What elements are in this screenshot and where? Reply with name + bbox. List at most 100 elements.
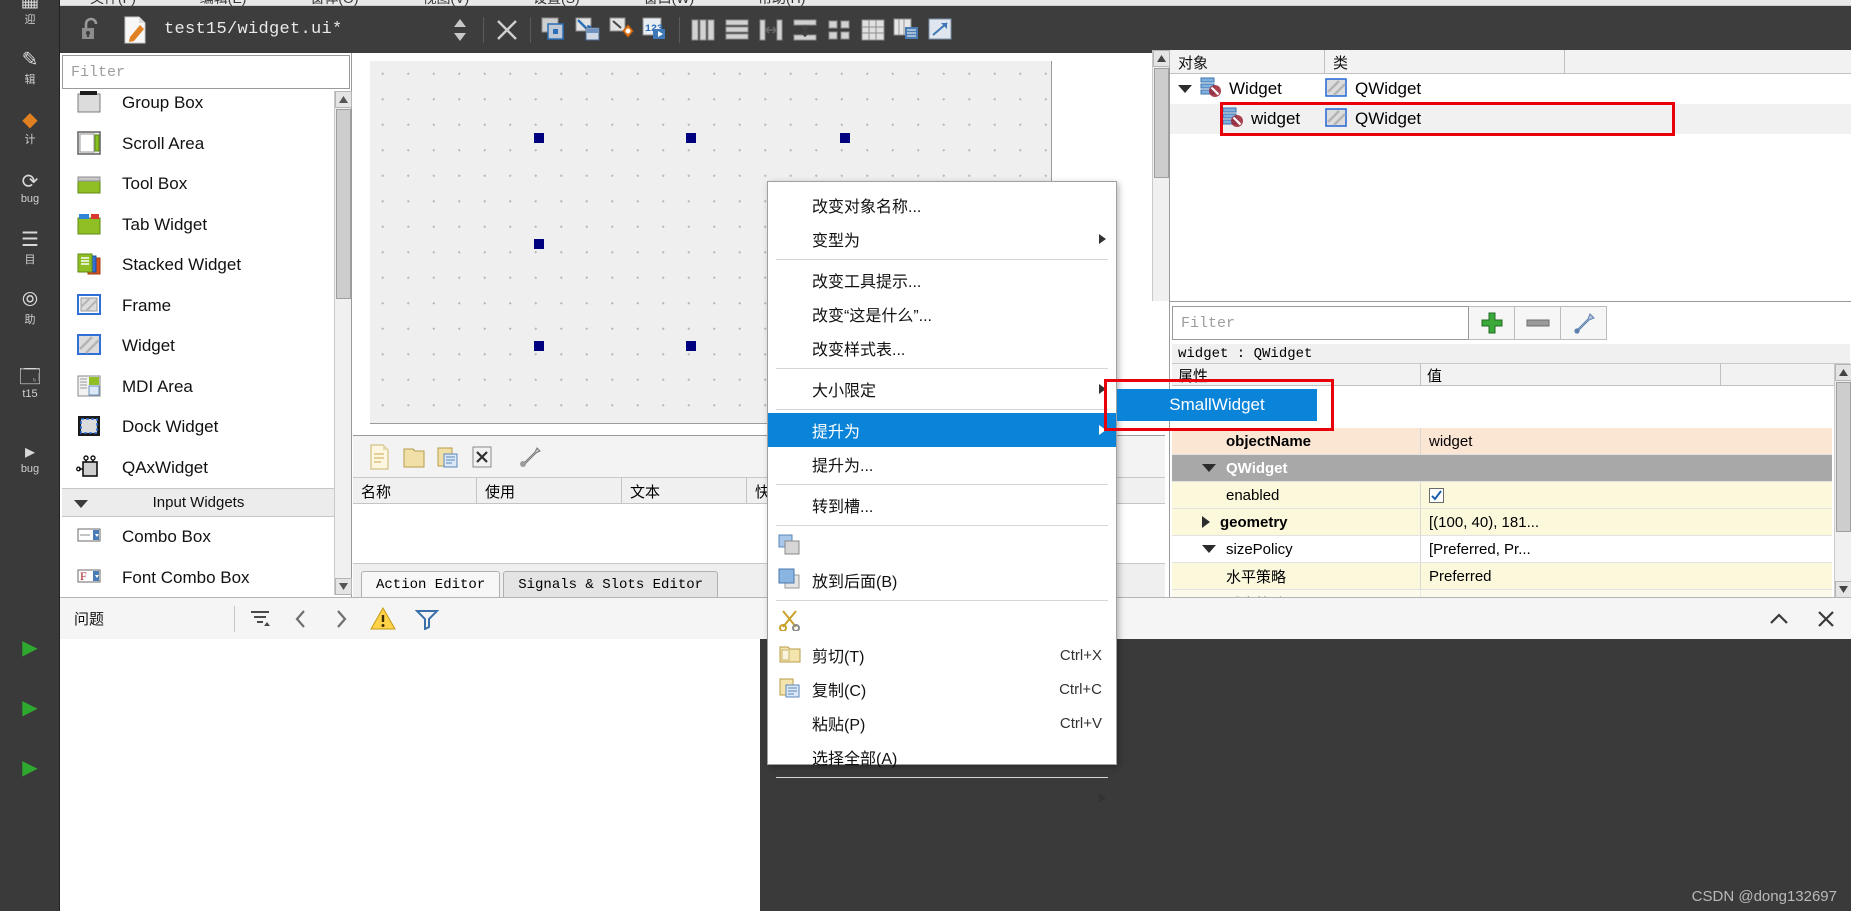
lock-icon[interactable] — [74, 13, 108, 47]
menu-item-copy[interactable]: 剪切(T) Ctrl+X — [768, 638, 1116, 672]
layout-horizontal-icon[interactable] — [686, 13, 720, 47]
rail-item-design[interactable]: ◆ 计 — [0, 100, 60, 156]
adjust-size-icon[interactable] — [924, 13, 958, 47]
funnel-icon[interactable] — [405, 608, 449, 630]
chevron-right-icon[interactable] — [1202, 516, 1210, 528]
layout-vertical-icon[interactable] — [720, 13, 754, 47]
checkbox-checked-icon[interactable] — [1429, 487, 1444, 503]
palette-item-font-combo-box[interactable]: F Font Combo Box — [62, 558, 335, 596]
next-arrow-icon[interactable] — [321, 609, 361, 629]
menu-item-delete[interactable]: 选择全部(A) — [768, 740, 1116, 774]
palette-item-tab-widget[interactable]: Tab Widget — [62, 205, 335, 246]
menu-item-go-to-slot[interactable]: 转到槽... — [768, 488, 1116, 522]
palette-group-input-widgets[interactable]: Input Widgets — [62, 488, 335, 517]
splitter-vertical-icon[interactable] — [788, 13, 822, 47]
palette-item-group-box[interactable]: Group Box — [62, 91, 335, 124]
property-row-sizepolicy[interactable]: sizePolicy [Preferred, Pr... — [1172, 536, 1832, 563]
property-filter-input[interactable]: Filter — [1172, 306, 1469, 340]
column-header-used[interactable]: 使用 — [477, 478, 622, 504]
chevron-down-icon[interactable] — [1202, 545, 1216, 553]
palette-item-stacked-widget[interactable]: Stacked Widget — [62, 245, 335, 286]
menu-item-size-constraints[interactable]: 大小限定 — [768, 372, 1116, 406]
property-row-geometry[interactable]: geometry [(100, 40), 181... — [1172, 509, 1832, 536]
close-icon[interactable] — [1801, 609, 1851, 629]
rail-item-debug-run[interactable]: ▶ — [0, 680, 60, 736]
configure-icon[interactable] — [513, 444, 547, 470]
edit-widgets-icon[interactable] — [537, 13, 571, 47]
warning-icon[interactable] — [361, 606, 405, 632]
menu-item-promote-to-dialog[interactable]: 提升为... — [768, 447, 1116, 481]
form-layout-icon[interactable] — [822, 13, 856, 47]
rail-item-debug[interactable]: ⟳ bug — [0, 160, 60, 216]
scroll-up-arrow[interactable] — [1835, 364, 1851, 381]
menu-item-select-all[interactable]: 粘贴(P) Ctrl+V — [768, 706, 1116, 740]
palette-item-dock-widget[interactable]: Dock Widget — [62, 407, 335, 448]
column-header-property[interactable]: 属性 — [1172, 364, 1421, 386]
menu-item-promote-to[interactable]: 提升为 — [768, 413, 1116, 447]
menu-item-change-stylesheet[interactable]: 改变样式表... — [768, 331, 1116, 365]
palette-item-tool-box[interactable]: Tool Box — [62, 164, 335, 205]
property-value[interactable]: widget — [1421, 428, 1832, 454]
selection-handle[interactable] — [534, 133, 544, 143]
property-row-horizontal-policy[interactable]: 水平策略 Preferred — [1172, 563, 1832, 590]
add-property-button[interactable] — [1469, 306, 1515, 340]
collapse-up-icon[interactable] — [1757, 610, 1801, 628]
palette-item-widget[interactable]: Widget — [62, 326, 335, 367]
property-row-enabled[interactable]: enabled — [1172, 482, 1832, 509]
palette-scrollbar[interactable] — [334, 91, 352, 595]
buddies-icon[interactable] — [605, 13, 639, 47]
property-value[interactable]: [Preferred, Pr... — [1421, 536, 1832, 562]
rail-item-welcome[interactable]: ▦ 迎 — [0, 0, 60, 36]
paste-icon[interactable] — [431, 444, 465, 470]
property-row-qwidget-group[interactable]: QWidget — [1172, 455, 1832, 482]
remove-property-button[interactable] — [1515, 306, 1561, 340]
signals-slots-icon[interactable] — [571, 13, 605, 47]
rail-item-build[interactable]: ▶ — [0, 740, 60, 796]
rail-item-edit[interactable]: ✎ 辑 — [0, 40, 60, 96]
rail-item-projects[interactable]: ☰ 目 — [0, 220, 60, 276]
selection-handle[interactable] — [686, 341, 696, 351]
chevron-down-icon[interactable] — [1178, 85, 1192, 93]
menu-item-bring-to-front[interactable]: 放到后面(B) — [768, 563, 1116, 597]
object-inspector-row-widget-root[interactable]: Widget QWidget — [1170, 74, 1851, 104]
scroll-up-arrow[interactable] — [335, 91, 352, 108]
column-header-name[interactable]: 名称 — [353, 478, 477, 504]
palette-item-qaxwidget[interactable]: QAxWidget — [62, 448, 335, 489]
copy-icon[interactable] — [397, 444, 431, 470]
property-value[interactable]: [(100, 40), 181... — [1421, 509, 1832, 535]
rail-item-run[interactable]: ▶ — [0, 620, 60, 676]
configure-property-button[interactable] — [1561, 306, 1607, 340]
palette-item-frame[interactable]: Frame — [62, 286, 335, 327]
menu-item-paste[interactable]: 复制(C) Ctrl+C — [768, 672, 1116, 706]
tab-signals-slots-editor[interactable]: Signals & Slots Editor — [503, 571, 719, 597]
submenu-promote-to[interactable]: SmallWidget — [1117, 389, 1317, 421]
rail-item-help[interactable]: ⦾ 助 — [0, 280, 60, 336]
selection-handle[interactable] — [534, 341, 544, 351]
column-header-value[interactable]: 值 — [1421, 364, 1721, 386]
scroll-down-arrow[interactable] — [1835, 581, 1851, 598]
selection-handle[interactable] — [686, 133, 696, 143]
scrollbar-thumb[interactable] — [336, 109, 351, 299]
palette-filter-input[interactable]: Filter — [62, 55, 350, 89]
prev-arrow-icon[interactable] — [281, 609, 321, 629]
splitter-horizontal-icon[interactable] — [754, 13, 788, 47]
form-vertical-scrollbar[interactable] — [1152, 50, 1170, 301]
scroll-down-arrow[interactable] — [335, 578, 352, 595]
menu-item-change-tooltip[interactable]: 改变工具提示... — [768, 263, 1116, 297]
palette-item-scroll-area[interactable]: Scroll Area — [62, 124, 335, 165]
property-row-objectname[interactable]: objectName widget — [1172, 428, 1832, 455]
tab-action-editor[interactable]: Action Editor — [361, 571, 501, 597]
menu-item-change-whats-this[interactable]: 改变“这是什么”... — [768, 297, 1116, 331]
close-x-icon[interactable] — [490, 13, 524, 47]
filter-sort-icon[interactable] — [239, 608, 281, 630]
scrollbar-thumb[interactable] — [1154, 68, 1169, 178]
grid-layout-icon[interactable] — [856, 13, 890, 47]
menu-item-cut[interactable] — [768, 604, 1116, 638]
menu-item-layout[interactable] — [768, 781, 1116, 815]
scroll-up-arrow[interactable] — [1153, 50, 1170, 67]
selection-handle[interactable] — [840, 133, 850, 143]
property-editor-scrollbar[interactable] — [1834, 364, 1851, 598]
menu-item-morph-into[interactable]: 变型为 — [768, 222, 1116, 256]
palette-item-combo-box[interactable]: Combo Box — [62, 517, 335, 558]
submenu-item-smallwidget[interactable]: SmallWidget — [1169, 395, 1264, 415]
